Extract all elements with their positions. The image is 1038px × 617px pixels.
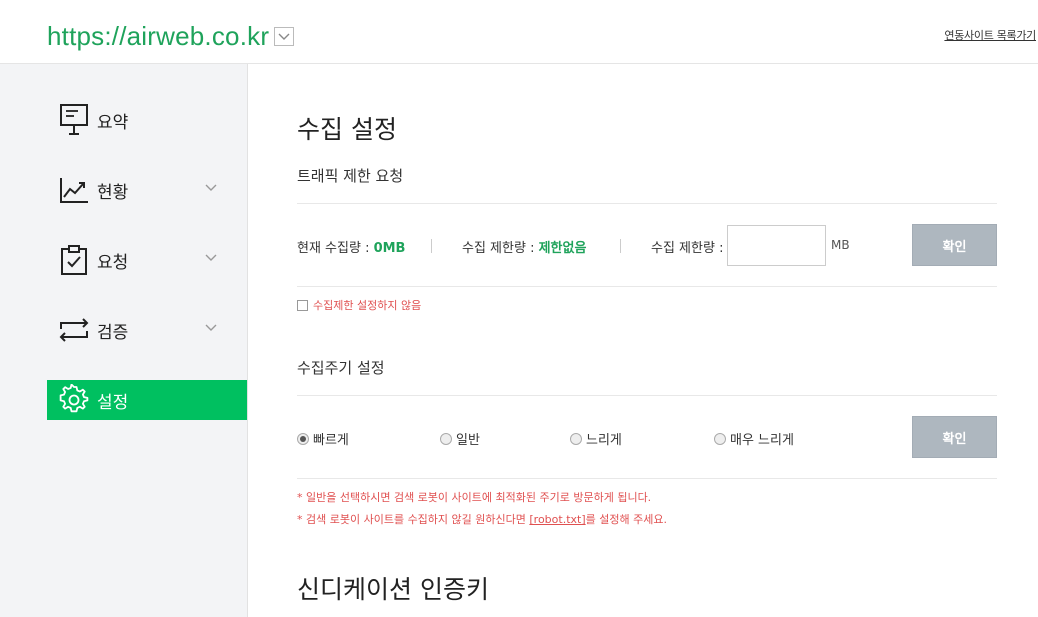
- sidebar-item-label: 설정: [97, 392, 129, 413]
- cycle-note-1: * 일반을 선택하시면 검색 로봇이 사이트에 최적화된 주기로 방문하게 됩니…: [297, 491, 652, 504]
- traffic-section-title: 트래픽 제한 요청: [297, 167, 404, 185]
- unit-label: MB: [831, 238, 850, 252]
- sidebar-item-verify[interactable]: 검증: [47, 310, 247, 350]
- radio-button[interactable]: [440, 432, 452, 445]
- collection-limit-input[interactable]: [727, 225, 826, 266]
- gear-icon: [57, 383, 91, 417]
- cycle-note-2-prefix: * 검색 로봇이 사이트를 수집하지 않길 원하신다면: [297, 513, 530, 526]
- collection-limit-stat: 수집 제한량 : 제한없음: [462, 237, 586, 256]
- sidebar: 요약 현황 요청 검증 설정: [0, 64, 248, 617]
- site-list-link[interactable]: 연동사이트 목록가기: [944, 27, 1036, 43]
- divider: [620, 239, 621, 253]
- sidebar-item-label: 검증: [97, 322, 129, 343]
- chevron-down-icon: [205, 254, 217, 261]
- radio-label: 일반: [456, 433, 480, 448]
- sidebar-item-label: 현황: [97, 182, 129, 203]
- page-title: 수집 설정: [297, 115, 397, 144]
- top-header: https://airweb.co.kr 연동사이트 목록가기: [0, 0, 1038, 64]
- no-limit-checkbox[interactable]: [297, 299, 308, 311]
- collection-limit-value: 제한없음: [538, 241, 587, 256]
- cycle-note-2-suffix: 를 설정해 주세요.: [585, 513, 667, 526]
- current-collection-value: 0MB: [373, 241, 406, 256]
- current-collection-stat: 현재 수집량 : 0MB: [297, 237, 405, 256]
- traffic-confirm-button[interactable]: 확인: [912, 224, 997, 266]
- swap-arrows-icon: [57, 313, 91, 347]
- chevron-down-icon: [205, 184, 217, 191]
- radio-label: 빠르게: [313, 433, 349, 448]
- divider: [297, 478, 997, 479]
- sidebar-item-settings[interactable]: 설정: [47, 380, 247, 420]
- site-select-dropdown[interactable]: [274, 27, 294, 46]
- radio-option-fast[interactable]: 빠르게: [297, 429, 349, 448]
- sidebar-item-status[interactable]: 현황: [47, 170, 247, 210]
- no-limit-checkbox-label: 수집제한 설정하지 않음: [313, 299, 422, 312]
- collection-limit-label: 수집 제한량 :: [462, 241, 539, 256]
- syndication-section-title: 신디케이션 인증키: [297, 575, 489, 604]
- cycle-note-2: * 검색 로봇이 사이트를 수집하지 않길 원하신다면 [robot.txt]를…: [297, 511, 667, 527]
- cycle-section-title: 수집주기 설정: [297, 359, 385, 377]
- sidebar-item-label: 요약: [97, 112, 129, 133]
- limit-input-label: 수집 제한량 :: [651, 241, 724, 256]
- radio-option-slow[interactable]: 느리게: [570, 429, 622, 448]
- divider: [297, 203, 997, 204]
- no-limit-checkbox-row[interactable]: 수집제한 설정하지 않음: [297, 297, 421, 313]
- cycle-confirm-button[interactable]: 확인: [912, 416, 997, 458]
- site-url-title[interactable]: https://airweb.co.kr: [47, 20, 269, 52]
- robot-txt-link[interactable]: [robot.txt]: [529, 513, 585, 526]
- current-collection-label: 현재 수집량 :: [297, 241, 374, 256]
- divider: [297, 286, 997, 287]
- divider: [431, 239, 432, 253]
- radio-button[interactable]: [570, 432, 582, 445]
- clipboard-check-icon: [57, 243, 91, 277]
- radio-option-very-slow[interactable]: 매우 느리게: [714, 429, 794, 448]
- divider: [297, 395, 997, 396]
- chevron-down-icon: [278, 33, 290, 40]
- radio-button[interactable]: [297, 432, 309, 445]
- presentation-board-icon: [57, 103, 91, 137]
- radio-option-normal[interactable]: 일반: [440, 429, 480, 448]
- radio-label: 매우 느리게: [730, 433, 794, 448]
- radio-label: 느리게: [586, 433, 622, 448]
- sidebar-item-summary[interactable]: 요약: [47, 100, 247, 140]
- radio-button[interactable]: [714, 432, 726, 445]
- sidebar-item-request[interactable]: 요청: [47, 240, 247, 280]
- chevron-down-icon: [205, 324, 217, 331]
- main-content: 수집 설정 트래픽 제한 요청 현재 수집량 : 0MB 수집 제한량 : 제한…: [248, 64, 1038, 617]
- sidebar-item-label: 요청: [97, 252, 129, 273]
- trend-chart-icon: [57, 173, 91, 207]
